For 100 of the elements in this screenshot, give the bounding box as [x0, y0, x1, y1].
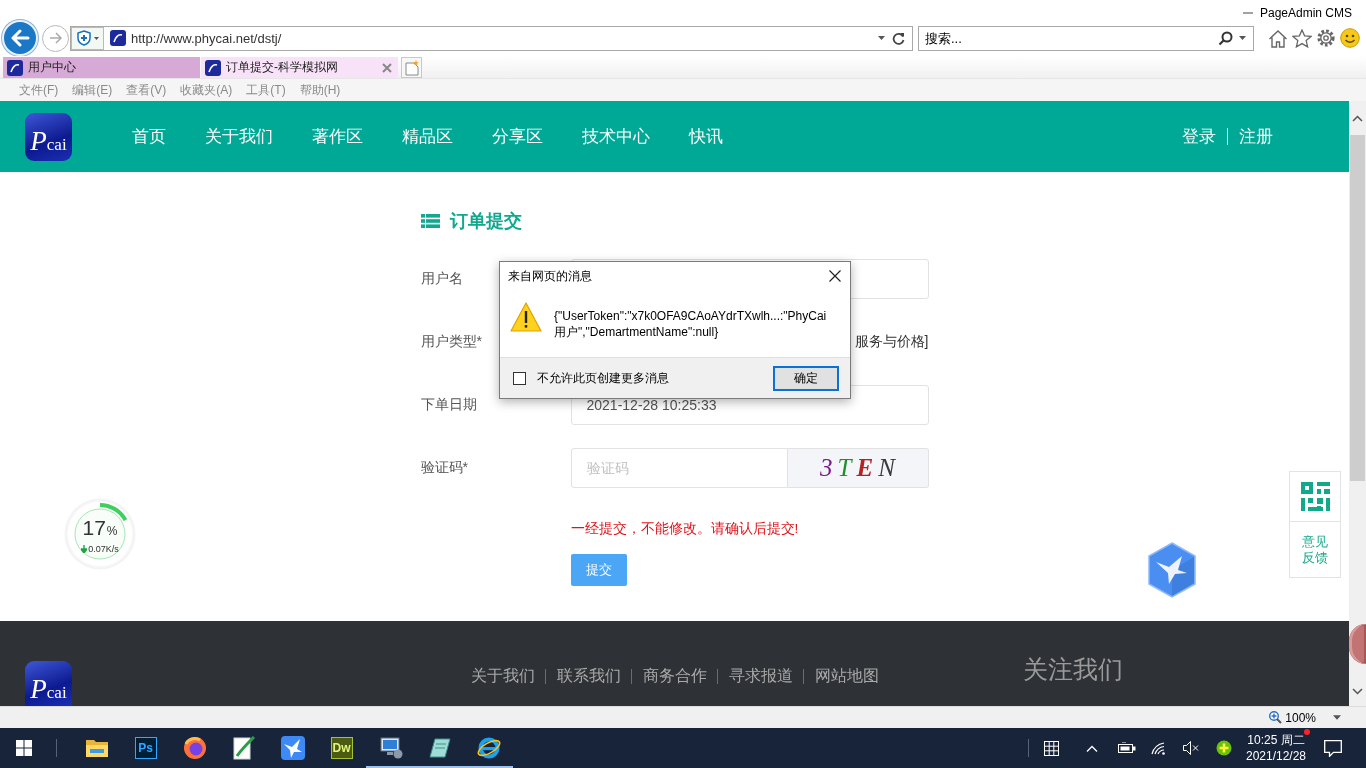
service-price-text[interactable]: 服务与价格] — [854, 333, 929, 351]
menu-item[interactable]: 编辑(E) — [65, 81, 120, 99]
field-label: 用户类型* — [420, 333, 482, 351]
shield-plus-icon — [76, 30, 91, 46]
close-icon[interactable] — [382, 62, 392, 73]
checkbox-label[interactable]: 不允许此页创建更多消息 — [537, 369, 669, 387]
footer-link[interactable]: 寻求报道 — [729, 665, 793, 687]
battery-icon[interactable] — [1118, 742, 1136, 754]
dialog-message: {"UserToken":"x7k0OFA9CAoAYdrTXwlh...:"PhyCai用户","DemartmentName":null} — [554, 308, 828, 340]
field-label: 用户名 — [420, 270, 463, 288]
globe-fox-icon — [182, 736, 207, 760]
close-icon — [829, 270, 841, 282]
scrollbar[interactable] — [1349, 101, 1366, 706]
address-bar[interactable]: http://www.phycai.net/dstj/ — [70, 25, 913, 51]
close-button[interactable] — [829, 270, 841, 282]
footer-link[interactable]: 联系我们 — [557, 665, 621, 687]
warning-icon — [510, 302, 542, 332]
auth-link[interactable]: 登录 — [1182, 125, 1216, 148]
back-button[interactable] — [2, 20, 38, 56]
search-icon[interactable] — [1218, 30, 1233, 46]
nav-link[interactable]: 关于我们 — [205, 125, 273, 148]
app-logo-tile: Dw — [330, 737, 353, 759]
notification-dot-icon — [1304, 729, 1310, 735]
chevron-up-icon[interactable] — [1086, 744, 1098, 752]
field-label: 验证码* — [420, 459, 468, 477]
caret-icon — [93, 36, 99, 40]
clock[interactable]: 10:25 周二 2021/12/28 — [1241, 732, 1311, 764]
page-star-icon — [404, 59, 419, 76]
app-logo-tile: Ps — [134, 737, 157, 759]
taskbar-button[interactable]: Ps — [121, 728, 170, 768]
plus-circle-icon[interactable] — [1215, 740, 1232, 756]
search-input[interactable]: 搜索... — [919, 27, 1218, 49]
speaker-muted-icon[interactable] — [1182, 741, 1199, 755]
bird-app-icon — [280, 736, 305, 760]
security-button[interactable] — [71, 26, 104, 50]
down-arrow-icon — [81, 544, 88, 553]
nav-link[interactable]: 技术中心 — [582, 125, 650, 148]
form-title: 订单提交 — [449, 210, 522, 233]
checkbox[interactable] — [513, 371, 526, 385]
site-logo[interactable]: Pcai — [25, 112, 72, 161]
menu-item[interactable]: 文件(F) — [12, 81, 66, 99]
computer-icon — [378, 737, 403, 759]
notification-icon[interactable] — [1324, 739, 1342, 757]
caret-icon[interactable] — [1239, 36, 1246, 40]
menu-item[interactable]: 帮助(H) — [292, 81, 348, 99]
smiley-icon[interactable] — [1340, 28, 1360, 48]
browser-tab[interactable]: 订单提交-科学模拟网 — [201, 57, 398, 78]
menu-item[interactable]: 工具(T) — [239, 81, 293, 99]
scrollbar-thumb[interactable] — [1350, 135, 1365, 481]
input-field[interactable]: 验证码 — [570, 448, 788, 488]
menu-item[interactable]: 查看(V) — [119, 81, 174, 99]
scroll-down-icon[interactable] — [1352, 687, 1363, 695]
zoom-level[interactable]: 100% — [1285, 710, 1316, 725]
site-logo[interactable]: Pcai — [25, 661, 72, 706]
home-icon[interactable] — [1268, 28, 1288, 48]
search-field[interactable]: 搜索... — [918, 25, 1254, 51]
nav-link[interactable]: 精品区 — [402, 125, 453, 148]
windows-icon — [16, 740, 32, 756]
star-icon[interactable] — [1292, 28, 1312, 48]
nav-link[interactable]: 著作区 — [312, 125, 363, 148]
field-label: 下单日期 — [420, 396, 477, 414]
follow-heading: 关注我们 — [1023, 655, 1123, 685]
scroll-up-icon[interactable] — [1352, 114, 1363, 122]
warning-notice: 一经提交，不能修改。请确认后提交! — [570, 520, 799, 538]
zoom-icon[interactable] — [1269, 711, 1283, 724]
nav-link[interactable]: 快讯 — [689, 125, 723, 148]
auth-link[interactable]: 注册 — [1239, 125, 1273, 148]
folder-icon — [84, 738, 109, 758]
taskbar-button[interactable]: Dw — [317, 728, 366, 768]
nav-link[interactable]: 首页 — [132, 125, 166, 148]
caret-icon[interactable] — [878, 36, 885, 40]
caret-icon[interactable] — [1333, 715, 1341, 720]
footer-link[interactable]: 关于我们 — [471, 665, 535, 687]
favicon-icon — [205, 59, 221, 76]
speed-value: 0.07K/s — [88, 543, 119, 554]
footer-link[interactable]: 网站地图 — [815, 665, 879, 687]
settings-icon[interactable] — [1316, 28, 1336, 48]
refresh-icon[interactable] — [892, 31, 905, 45]
url-text[interactable]: http://www.phycai.net/dstj/ — [131, 30, 282, 46]
list-icon — [420, 214, 440, 228]
browser-tab[interactable]: 用户中心 — [3, 57, 200, 78]
window-title: PageAdmin CMS — [1259, 6, 1352, 20]
nav-link[interactable]: 分享区 — [492, 125, 543, 148]
bird-hexagon-icon[interactable] — [1147, 542, 1197, 598]
arrow-right-icon — [48, 32, 63, 44]
qr-code-icon — [1300, 482, 1330, 511]
percent-value: 17% — [82, 516, 118, 541]
dialog-title: 来自网页的消息 — [508, 267, 592, 285]
ie-logo-icon — [475, 735, 502, 761]
wifi-icon[interactable] — [1151, 741, 1167, 755]
menu-item[interactable]: 收藏夹(A) — [173, 81, 240, 99]
input-method-icon[interactable] — [1043, 740, 1059, 756]
arrow-left-icon — [10, 29, 30, 47]
footer-link[interactable]: 商务合作 — [643, 665, 707, 687]
minimize-icon[interactable] — [1242, 12, 1253, 14]
feather-page-icon — [232, 736, 255, 760]
notepad-icon — [428, 737, 451, 759]
favicon-icon — [7, 59, 23, 76]
ok-button[interactable]: 确定 — [773, 365, 839, 391]
favicon-icon — [110, 30, 126, 46]
